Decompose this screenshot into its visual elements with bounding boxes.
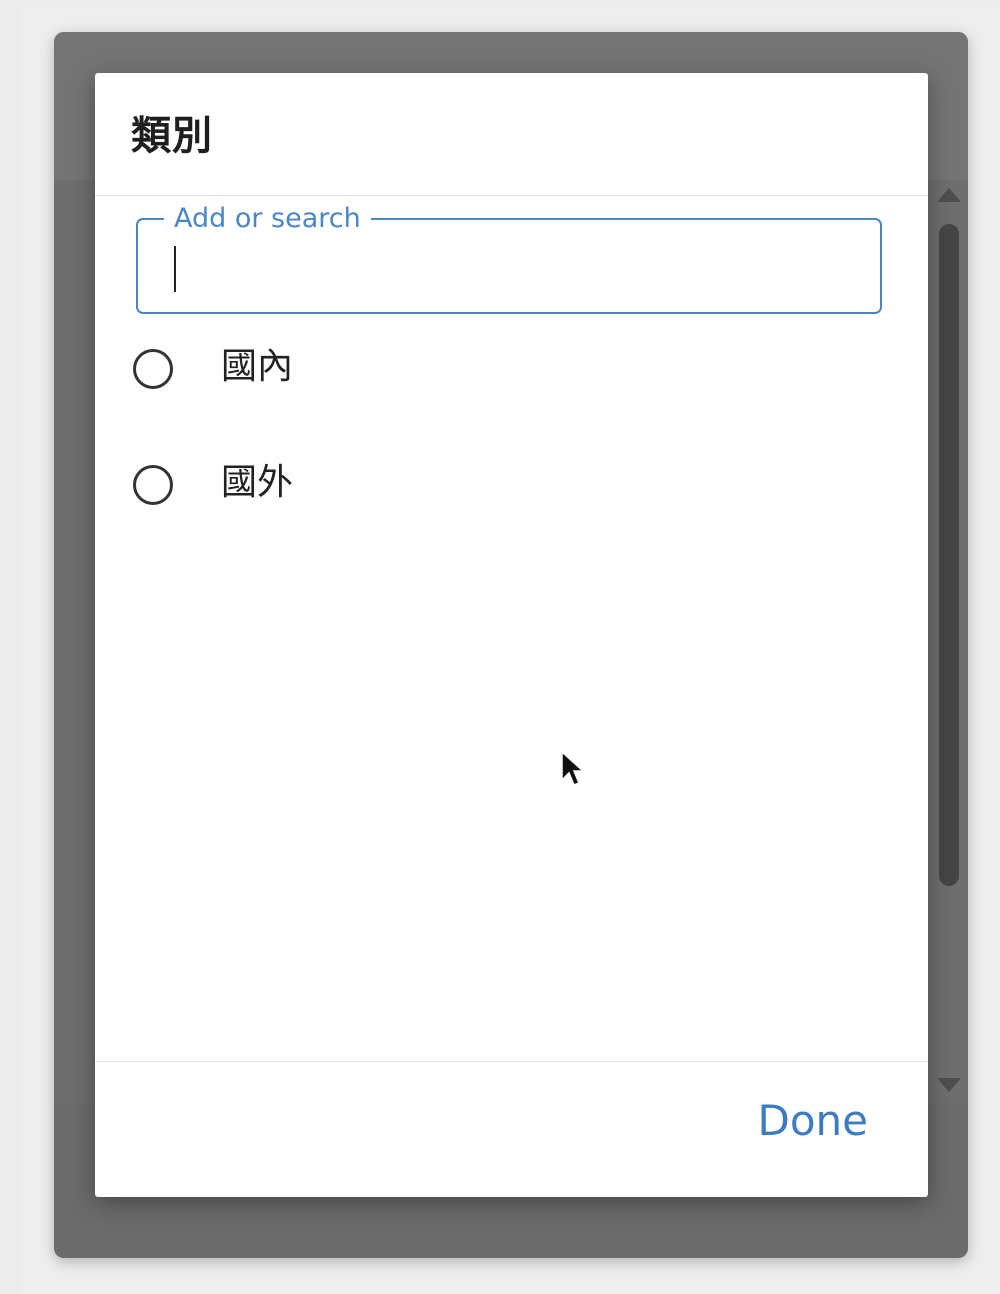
scrollbar-thumb[interactable] (939, 224, 959, 886)
category-dialog: 類別 Add or search 國內 國外 Done (95, 73, 928, 1197)
scrollbar[interactable] (928, 180, 968, 1098)
search-field-label: Add or search (164, 203, 371, 235)
option-label: 國內 (221, 346, 294, 387)
search-field[interactable]: Add or search (136, 203, 882, 314)
scroll-down-arrow-icon[interactable] (937, 1078, 961, 1092)
radio-button[interactable] (133, 465, 173, 505)
arrow-pointer-icon (561, 750, 585, 786)
scroll-up-arrow-icon[interactable] (937, 188, 961, 202)
text-caret (174, 246, 176, 292)
radio-button[interactable] (133, 349, 173, 389)
dialog-title: 類別 (131, 113, 213, 159)
option-label: 國外 (221, 462, 294, 503)
dialog-header: 類別 (95, 73, 928, 196)
done-button[interactable]: Done (758, 1096, 869, 1145)
option-overseas[interactable]: 國外 (133, 453, 853, 523)
option-domestic[interactable]: 國內 (133, 337, 853, 407)
dialog-footer: Done (95, 1061, 928, 1198)
search-input[interactable] (168, 244, 848, 292)
